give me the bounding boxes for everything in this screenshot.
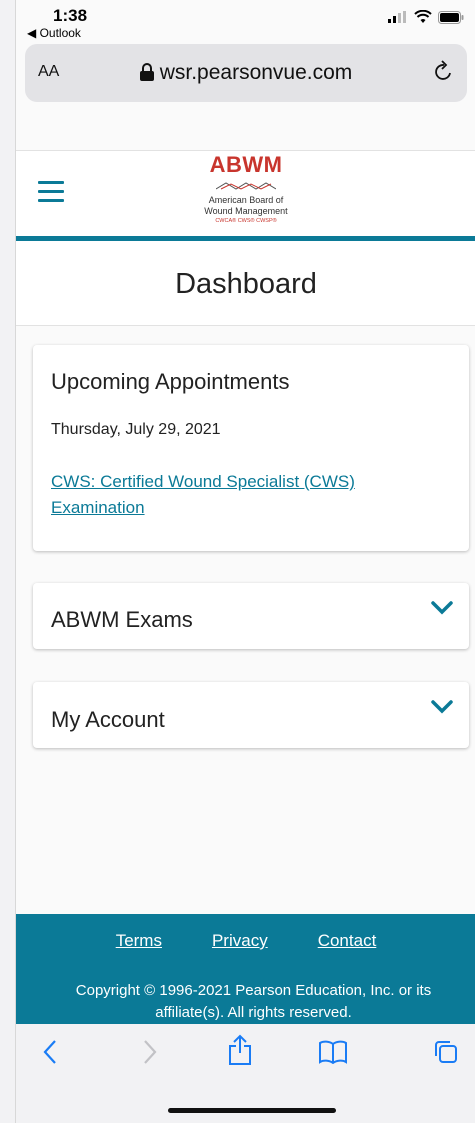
upcoming-appointments-card: Upcoming Appointments Thursday, July 29,… [33, 345, 469, 551]
chevron-down-icon[interactable] [431, 700, 453, 714]
reload-icon[interactable] [433, 59, 455, 83]
url-text: wsr.pearsonvue.com [159, 61, 353, 84]
appointment-date: Thursday, July 29, 2021 [51, 421, 221, 438]
status-bar: 1:38 ◀ Outlook [16, 0, 475, 40]
back-to-app-link[interactable]: ◀ Outlook [27, 26, 81, 40]
status-time: 1:38 [53, 6, 88, 25]
footer-link-contact[interactable]: Contact [318, 931, 377, 951]
share-icon[interactable] [228, 1034, 252, 1066]
browser-viewport: 1:38 ◀ Outlook AA wsr.pearsonvue.com ABW… [15, 0, 475, 1123]
section-title-abwm-exams: ABWM Exams [51, 607, 193, 632]
browser-toolbar [16, 1024, 475, 1123]
logo-waves-icon [215, 182, 277, 190]
site-footer: Terms Privacy Contact Copyright © 1996-2… [16, 914, 475, 1026]
abwm-exams-section[interactable]: ABWM Exams [33, 583, 469, 649]
chevron-down-icon[interactable] [431, 601, 453, 615]
footer-link-terms[interactable]: Terms [116, 931, 162, 951]
footer-links: Terms Privacy Contact [16, 931, 475, 951]
signal-icon [388, 11, 406, 23]
forward-icon[interactable] [141, 1038, 159, 1066]
back-icon[interactable] [41, 1038, 59, 1066]
bookmarks-icon[interactable] [318, 1040, 348, 1064]
tabs-icon[interactable] [434, 1040, 458, 1064]
address-bar[interactable]: AA wsr.pearsonvue.com [25, 44, 467, 102]
logo-text: ABWM [209, 152, 283, 177]
lock-icon [139, 63, 154, 81]
page-title: Dashboard [16, 241, 475, 326]
status-icons [388, 10, 464, 24]
footer-link-privacy[interactable]: Privacy [212, 931, 268, 951]
url-display[interactable]: wsr.pearsonvue.com [25, 61, 467, 85]
appointments-title: Upcoming Appointments [51, 369, 290, 394]
wifi-icon [414, 10, 432, 23]
logo-line1: American Board of [208, 195, 284, 205]
abwm-logo[interactable]: ABWM American Board of Wound Management … [16, 153, 475, 225]
copyright-text: Copyright © 1996-2021 Pearson Education,… [75, 982, 432, 1021]
battery-icon [438, 10, 464, 24]
exam-link[interactable]: CWS: Certified Wound Specialist (CWS) Ex… [51, 469, 411, 521]
logo-line2: Wound Management [204, 206, 288, 216]
section-title-my-account: My Account [51, 707, 165, 732]
logo-credentials: CWCA® CWS® CWSP® [215, 218, 277, 224]
site-header: ABWM American Board of Wound Management … [16, 150, 475, 237]
my-account-section[interactable]: My Account [33, 682, 469, 748]
home-indicator[interactable] [168, 1108, 336, 1113]
